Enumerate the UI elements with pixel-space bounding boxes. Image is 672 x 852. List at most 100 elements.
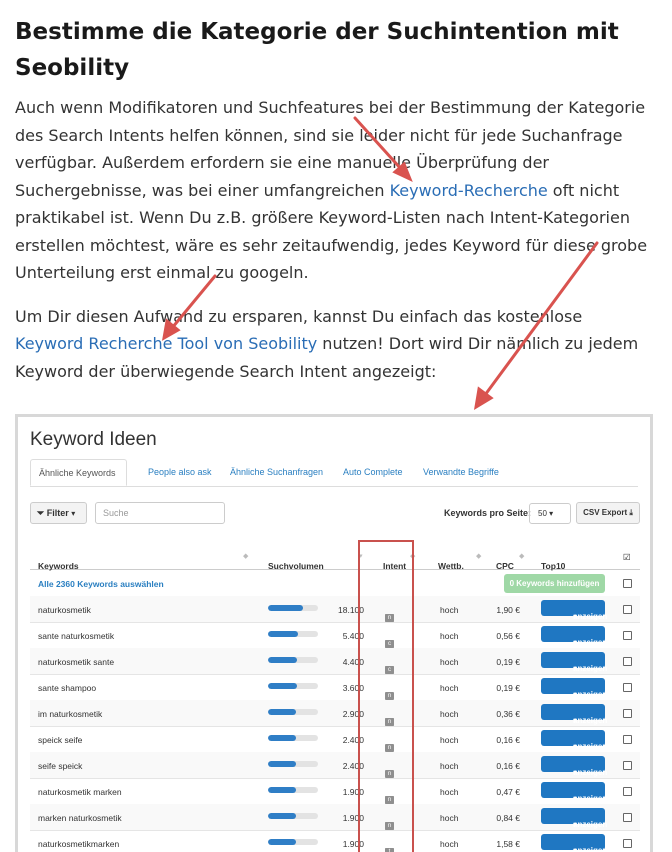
tab-similar-keywords[interactable]: Ähnliche Keywords [30, 459, 127, 486]
section-heading: Bestimme die Kategorie der Suchintention… [15, 19, 619, 81]
keyword-tool-screenshot: Keyword Ideen Ähnliche Keywords People a… [15, 414, 653, 852]
volume-bar-fill [268, 605, 303, 611]
keyword-text: marken naturkosmetik [38, 813, 122, 823]
cpc-value: 0,47 € [496, 787, 520, 797]
table-row: naturkosmetikmarken1.900cthoch1,58 €anze… [30, 830, 640, 852]
cpc-value: 0,16 € [496, 735, 520, 745]
volume-bar [268, 657, 318, 663]
show-top10-button[interactable]: anzeigen ▾ [541, 756, 607, 777]
volume-bar-fill [268, 709, 296, 715]
volume-bar [268, 761, 318, 767]
search-input[interactable] [95, 502, 225, 524]
volume-bar-fill [268, 839, 296, 845]
volume-bar [268, 605, 318, 611]
show-top10-button[interactable]: anzeigen ▾ [541, 626, 607, 647]
table-row: seife speick 2.400 n hoch 0,16 € anzeigen ▾ [30, 752, 640, 779]
volume-bar-fill [268, 735, 296, 741]
show-top10-button[interactable]: anzeigen ▾ [541, 678, 607, 699]
filter-icon: ⏷ [37, 508, 45, 518]
keyword-text: sante naturkosmetik [38, 631, 115, 641]
filter-button[interactable]: ⏷ Filter ▾ [30, 502, 87, 524]
add-keywords-button[interactable]: 0 Keywords hinzufügen [504, 574, 605, 593]
intent-column-highlight [358, 540, 414, 852]
show-top10-button[interactable]: anzeigen ▾ [541, 808, 607, 829]
tab-similar-queries[interactable]: Ähnliche Suchanfragen [222, 459, 331, 486]
cpc-value: 0,16 € [496, 761, 520, 771]
volume-bar [268, 839, 318, 845]
row-checkbox[interactable] [623, 631, 632, 640]
row-checkbox[interactable] [623, 605, 632, 614]
row-checkbox[interactable] [623, 709, 632, 718]
csv-export-button[interactable]: CSV Export ⤓ [576, 502, 640, 524]
tab-people-also-ask[interactable]: People also ask [140, 459, 220, 486]
paragraph-2: Um Dir diesen Aufwand zu ersparen, kanns… [15, 303, 655, 386]
show-top10-label: anzeigen [573, 846, 608, 852]
keywords-per-page-select[interactable]: 50 ▾ [529, 503, 571, 524]
volume-bar-fill [268, 631, 298, 637]
select-all-link[interactable]: Alle 2360 Keywords auswählen [38, 579, 164, 589]
table-row: sante shampoo 3.600 n hoch 0,19 € anzeigen ▾ [30, 674, 640, 701]
show-top10-button[interactable]: anzeigen ▾ [541, 600, 607, 621]
show-top10-button[interactable]: anzeigen ▾ [541, 730, 607, 751]
table-row: im naturkosmetik2.900cnhoch0,36 €anzeige… [30, 700, 640, 727]
keywords-per-page-value: 50 [538, 509, 547, 518]
tool-title: Keyword Ideen [30, 429, 157, 450]
checklist-icon[interactable]: ☑ [623, 552, 631, 563]
table-row: speick seife 2.400 n hoch 0,16 € anzeigen ▾ [30, 726, 640, 753]
volume-bar-fill [268, 787, 296, 793]
filter-label: Filter [46, 508, 69, 518]
volume-bar-fill [268, 683, 297, 689]
competition-value: hoch [440, 605, 459, 615]
competition-value: hoch [440, 735, 459, 745]
select-all-checkbox[interactable] [623, 579, 632, 588]
keyword-text: naturkosmetik [38, 605, 91, 615]
competition-value: hoch [440, 657, 459, 667]
show-top10-button[interactable]: anzeigen ▾ [541, 782, 607, 803]
cpc-value: 0,19 € [496, 657, 520, 667]
keyword-recherche-link[interactable]: Keyword-Recherche [390, 181, 548, 200]
chevron-down-icon: ▾ [549, 509, 554, 518]
keyword-text: seife speick [38, 761, 83, 771]
tab-related-terms[interactable]: Verwandte Begriffe [415, 459, 507, 486]
cpc-value: 0,56 € [496, 631, 520, 641]
volume-bar [268, 631, 318, 637]
volume-bar [268, 709, 318, 715]
select-all-row: Alle 2360 Keywords auswählen 0 Keywords … [30, 570, 640, 597]
csv-export-label: CSV Export [583, 508, 628, 517]
paragraph-1: Auch wenn Modifikatoren und Suchfeatures… [15, 94, 655, 287]
keyword-tool-link[interactable]: Keyword Recherche Tool von Seobility [15, 334, 317, 353]
table-row: naturkosmetik sante4.400nchoch0,19 €anze… [30, 648, 640, 675]
row-checkbox[interactable] [623, 839, 632, 848]
volume-bar-fill [268, 761, 296, 767]
arrow-head [473, 386, 494, 410]
show-top10-button[interactable]: anzeigen ▾ [541, 704, 607, 725]
volume-bar-fill [268, 657, 297, 663]
volume-bar [268, 813, 318, 819]
show-top10-button[interactable]: anzeigen ▾ [541, 834, 608, 852]
table-header: Keywords ◆ Suchvolumen ▾ Intent ◆ Wettb.… [30, 543, 640, 571]
table-row: naturkosmetik marken1.900cnhoch0,47 €anz… [30, 778, 640, 805]
competition-value: hoch [440, 683, 459, 693]
row-checkbox[interactable] [623, 683, 632, 692]
sort-icon[interactable]: ◆ [476, 552, 481, 560]
row-checkbox[interactable] [623, 735, 632, 744]
cpc-value: 0,36 € [496, 709, 520, 719]
competition-value: hoch [440, 839, 459, 849]
volume-bar [268, 683, 318, 689]
row-checkbox[interactable] [623, 787, 632, 796]
volume-bar [268, 735, 318, 741]
row-checkbox[interactable] [623, 761, 632, 770]
cpc-value: 1,58 € [496, 839, 520, 849]
tab-auto-complete[interactable]: Auto Complete [335, 459, 411, 486]
sort-icon[interactable]: ◆ [519, 552, 524, 560]
competition-value: hoch [440, 787, 459, 797]
row-checkbox[interactable] [623, 657, 632, 666]
keyword-text: naturkosmetik marken [38, 787, 122, 797]
table-row: marken naturkosmetik1.900cnhoch0,84 €anz… [30, 804, 640, 831]
show-top10-button[interactable]: anzeigen ▾ [541, 652, 607, 673]
row-checkbox[interactable] [623, 813, 632, 822]
paragraph-2-text-before: Um Dir diesen Aufwand zu ersparen, kanns… [15, 306, 583, 326]
keyword-text: sante shampoo [38, 683, 97, 693]
sort-icon[interactable]: ◆ [243, 552, 248, 560]
article: Bestimme die Kategorie der Suchintention… [15, 14, 655, 385]
